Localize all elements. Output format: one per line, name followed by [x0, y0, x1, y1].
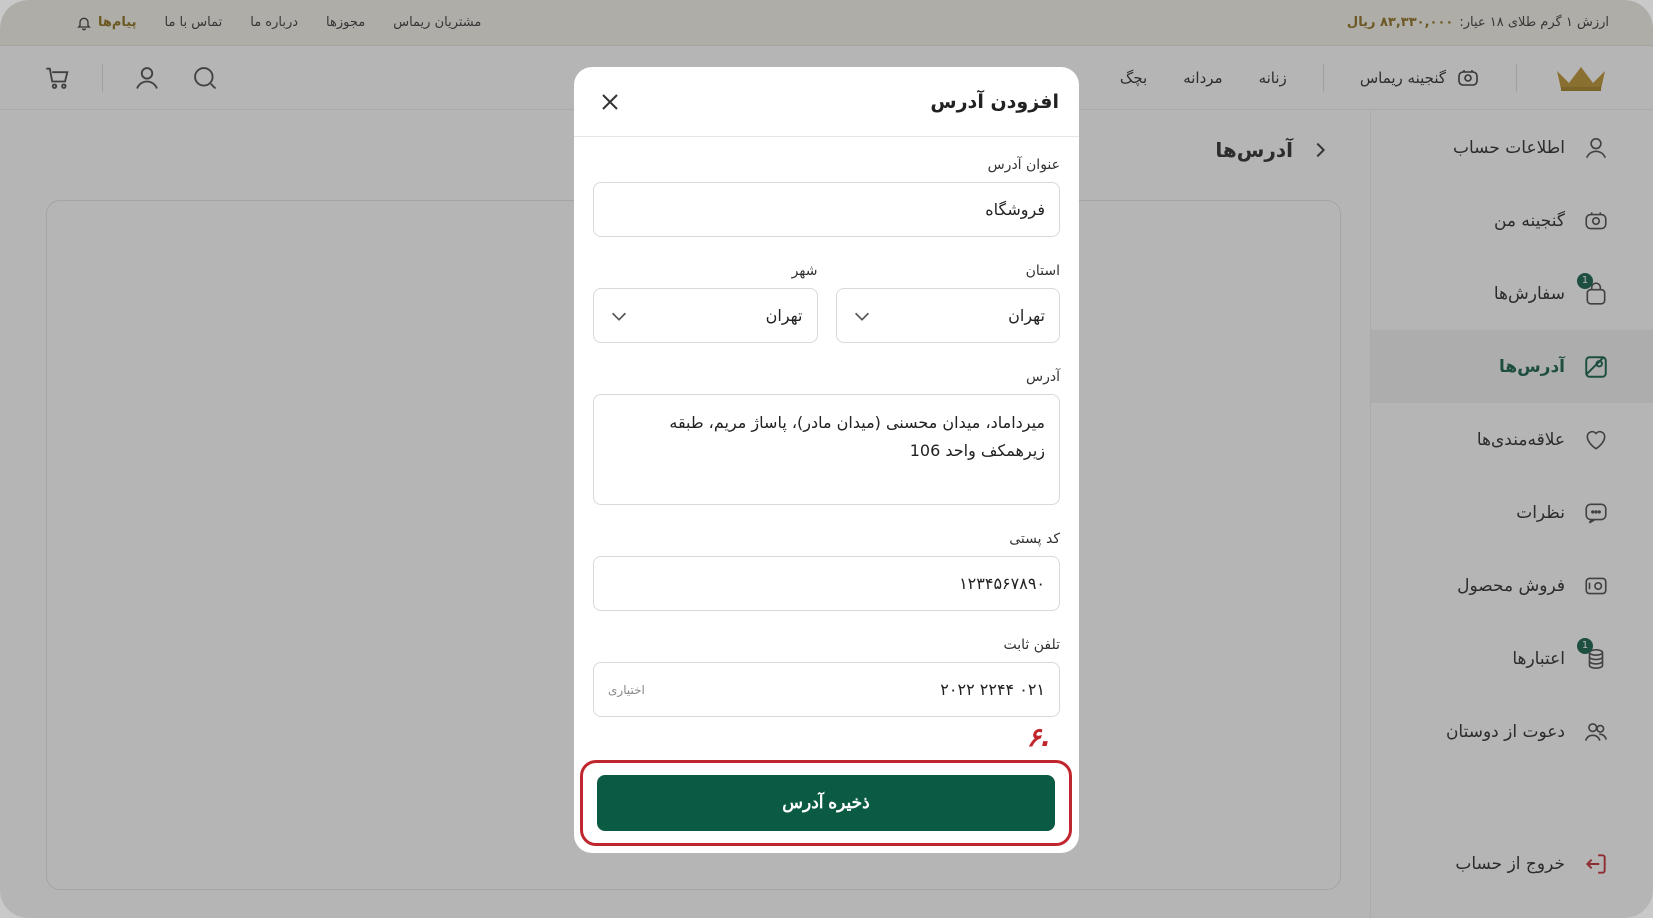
- address-label: آدرس: [1026, 369, 1060, 385]
- city-value: تهران: [765, 306, 803, 325]
- province-select[interactable]: تهران: [835, 288, 1060, 343]
- postal-code-input[interactable]: ۱۲۳۴۵۶۷۸۹۰: [593, 556, 1060, 611]
- step-marker: .۶: [1027, 723, 1051, 753]
- close-icon: [602, 93, 618, 110]
- province-city-row: استان تهران شهر تهران: [593, 263, 1060, 343]
- modal-body: عنوان آدرس فروشگاه استان تهران شهر تهران: [574, 137, 1079, 717]
- save-highlight-box: ذخیره آدرس: [580, 760, 1072, 846]
- province-value: تهران: [1008, 306, 1045, 325]
- phone-value: ۰۲۱ ۲۲۴۴ ۲۰۲۲: [940, 680, 1045, 699]
- address-title-label: عنوان آدرس: [987, 157, 1060, 173]
- modal-title: افزودن آدرس: [930, 90, 1059, 113]
- city-select[interactable]: تهران: [593, 288, 818, 343]
- modal-header: افزودن آدرس: [574, 67, 1079, 137]
- province-label: استان: [1025, 263, 1060, 279]
- city-label: شهر: [791, 263, 818, 279]
- app-window: ارزش ۱ گرم طلای ۱۸ عیار: ۸۳,۳۳۰,۰۰۰ ریال…: [0, 0, 1653, 918]
- address-title-input[interactable]: فروشگاه: [593, 182, 1060, 237]
- postal-code-label: کد پستی: [1009, 531, 1060, 547]
- chevron-down-icon: [854, 312, 869, 321]
- phone-input[interactable]: ۰۲۱ ۲۲۴۴ ۲۰۲۲ اختیاری: [593, 662, 1060, 717]
- phone-optional-hint: اختیاری: [608, 682, 645, 697]
- add-address-modal: افزودن آدرس عنوان آدرس فروشگاه استان تهر…: [574, 67, 1079, 853]
- address-title-value: فروشگاه: [985, 200, 1045, 219]
- phone-label: تلفن ثابت: [1003, 637, 1060, 653]
- close-button[interactable]: [596, 88, 624, 116]
- save-address-button[interactable]: ذخیره آدرس: [597, 775, 1055, 831]
- postal-code-value: ۱۲۳۴۵۶۷۸۹۰: [959, 574, 1045, 593]
- chevron-down-icon: [611, 312, 627, 321]
- address-textarea[interactable]: میرداماد، میدان محسنی (میدان مادر)، پاسا…: [593, 394, 1060, 505]
